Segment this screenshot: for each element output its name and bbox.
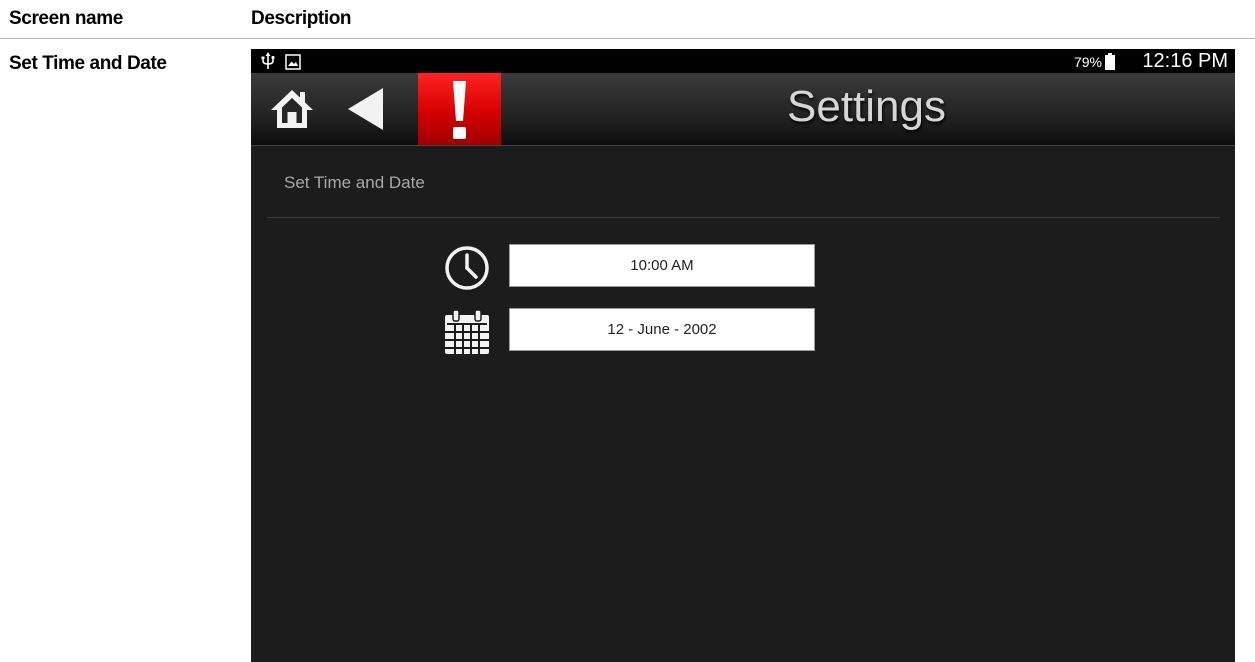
- alert-button[interactable]: [418, 73, 501, 145]
- gallery-icon: [285, 54, 301, 75]
- clock-icon: [443, 244, 491, 297]
- section-title: Set Time and Date: [284, 173, 425, 192]
- alert-icon: [453, 81, 466, 139]
- device-screenshot: 79% 12:16 PM Settings Set Time and Date …: [251, 49, 1235, 662]
- home-icon: [271, 90, 313, 128]
- calendar-icon: [443, 308, 491, 361]
- screen-name-column-header: Screen name: [9, 8, 123, 29]
- home-button[interactable]: [269, 86, 315, 132]
- section-divider: [267, 217, 1220, 218]
- doc-table-header: Screen name Description: [0, 0, 1255, 39]
- page-title: Settings: [787, 82, 946, 131]
- back-button[interactable]: [345, 86, 387, 132]
- status-clock: 12:16 PM: [1142, 50, 1228, 72]
- status-bar: 79% 12:16 PM: [251, 49, 1235, 73]
- action-bar: Settings: [251, 73, 1235, 146]
- usb-icon: [261, 52, 275, 75]
- date-field[interactable]: 12 - June - 2002: [509, 308, 815, 351]
- screen-name-cell: Set Time and Date: [9, 53, 167, 74]
- time-field[interactable]: 10:00 AM: [509, 244, 815, 287]
- battery-percentage: 79%: [1073, 54, 1102, 70]
- description-column-header: Description: [251, 8, 352, 29]
- battery-icon: [1105, 53, 1115, 75]
- back-icon: [348, 88, 383, 130]
